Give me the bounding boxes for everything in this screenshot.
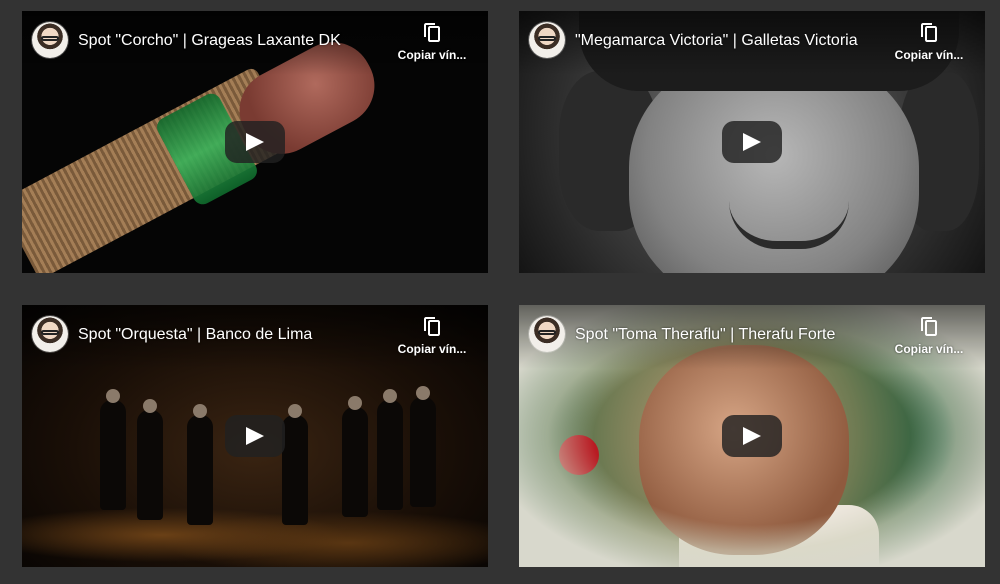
- video-title[interactable]: Spot "Corcho" | Grageas Laxante DK: [78, 31, 368, 51]
- play-button[interactable]: [722, 121, 782, 163]
- copy-link-button[interactable]: Copiar vín...: [396, 23, 468, 62]
- video-title[interactable]: Spot "Toma Theraflu" | Therafu Forte: [575, 325, 865, 345]
- video-embed-orquesta[interactable]: Spot "Orquesta" | Banco de Lima Copiar v…: [22, 305, 488, 567]
- copy-icon: [921, 317, 937, 336]
- video-embed-corcho[interactable]: Spot "Corcho" | Grageas Laxante DK Copia…: [22, 11, 488, 273]
- channel-avatar[interactable]: [529, 22, 565, 58]
- play-button[interactable]: [722, 415, 782, 457]
- copy-icon: [921, 23, 937, 42]
- copy-link-label: Copiar vín...: [894, 48, 964, 62]
- video-embed-megamarca-victoria[interactable]: "Megamarca Victoria" | Galletas Victoria…: [519, 11, 985, 273]
- copy-icon: [424, 317, 440, 336]
- copy-link-button[interactable]: Copiar vín...: [893, 317, 965, 356]
- channel-avatar[interactable]: [32, 316, 68, 352]
- copy-link-label: Copiar vín...: [397, 342, 467, 356]
- copy-link-button[interactable]: Copiar vín...: [893, 23, 965, 62]
- copy-link-label: Copiar vín...: [894, 342, 964, 356]
- video-title[interactable]: Spot "Orquesta" | Banco de Lima: [78, 325, 368, 345]
- copy-link-button[interactable]: Copiar vín...: [396, 317, 468, 356]
- channel-avatar[interactable]: [529, 316, 565, 352]
- video-title[interactable]: "Megamarca Victoria" | Galletas Victoria: [575, 31, 865, 51]
- video-embed-toma-theraflu[interactable]: Spot "Toma Theraflu" | Therafu Forte Cop…: [519, 305, 985, 567]
- play-icon: [246, 133, 264, 151]
- play-icon: [246, 427, 264, 445]
- play-icon: [743, 427, 761, 445]
- copy-icon: [424, 23, 440, 42]
- copy-link-label: Copiar vín...: [397, 48, 467, 62]
- play-button[interactable]: [225, 415, 285, 457]
- play-icon: [743, 133, 761, 151]
- channel-avatar[interactable]: [32, 22, 68, 58]
- play-button[interactable]: [225, 121, 285, 163]
